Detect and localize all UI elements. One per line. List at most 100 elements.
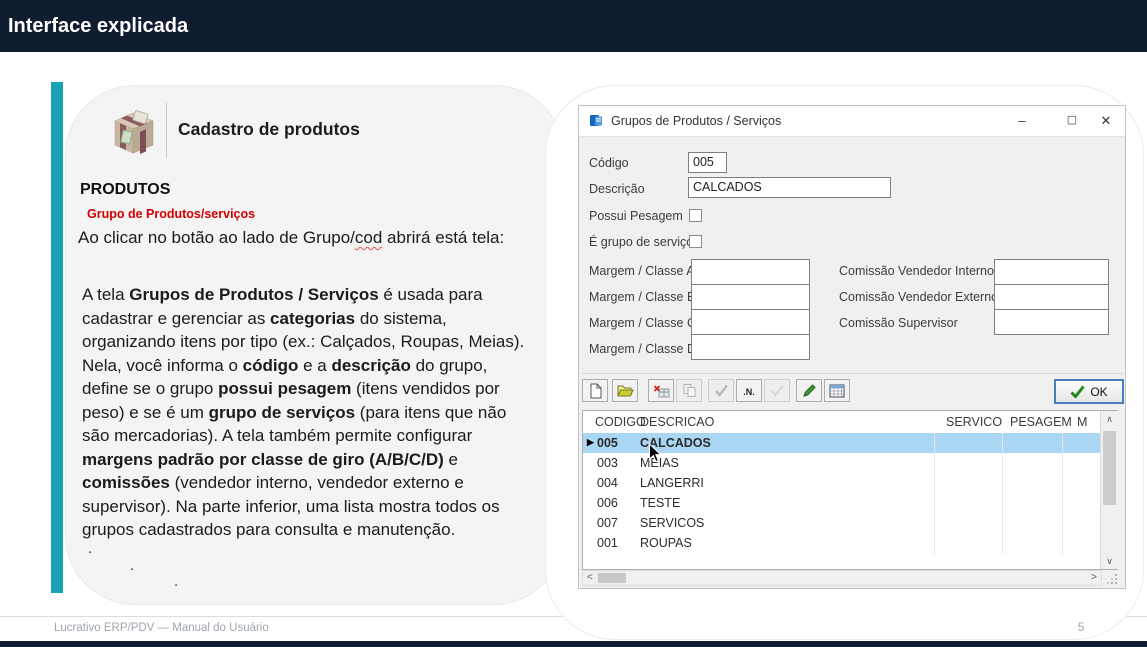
edit-record-button[interactable] <box>796 379 822 402</box>
resize-grip-icon[interactable] <box>1105 572 1119 584</box>
package-icon <box>107 104 159 158</box>
grupo-servicos-checkbox[interactable] <box>689 235 702 248</box>
comissao-externo-input[interactable] <box>994 284 1109 310</box>
decimal-n-button[interactable]: .N. <box>736 379 762 402</box>
text-segment: A tela <box>82 285 129 304</box>
grupo-servicos-label: É grupo de serviços <box>589 235 699 249</box>
decimal-n-icon: .N. <box>741 385 757 397</box>
footer-text: Lucrativo ERP/PDV — Manual do Usuário <box>54 622 269 634</box>
app-icon <box>589 113 604 128</box>
text-segment: código <box>243 356 299 375</box>
grid-header-codigo[interactable]: CODIGO <box>595 415 646 429</box>
title-divider <box>166 103 167 158</box>
section-heading: PRODUTOS <box>80 181 170 199</box>
card-title: Cadastro de produtos <box>178 119 360 140</box>
stray-dot: . <box>88 540 92 557</box>
check-icon <box>1070 385 1085 398</box>
maximize-button[interactable]: ▢ <box>1057 106 1087 135</box>
margem-d-input[interactable] <box>691 334 810 360</box>
mouse-cursor-icon <box>648 443 663 469</box>
comissao-externo-label: Comissão Vendedor Externo <box>839 290 998 304</box>
manual-page: Interface explicada Cadastro de produtos… <box>0 0 1147 647</box>
current-row-marker-icon: ▶ <box>587 437 594 448</box>
margem-a-input[interactable] <box>691 259 810 285</box>
close-button[interactable]: ✕ <box>1091 106 1121 135</box>
margem-b-input[interactable] <box>691 284 810 310</box>
descricao-input[interactable]: CALCADOS <box>688 177 891 198</box>
codigo-label: Código <box>589 156 629 170</box>
horizontal-scroll-thumb[interactable] <box>598 573 626 583</box>
table-row[interactable]: 001ROUPAS <box>583 533 1100 553</box>
descricao-label: Descrição <box>589 182 645 196</box>
intro-paragraph: Ao clicar no botão ao lado de Grupo/cod … <box>78 226 526 250</box>
scroll-down-icon[interactable]: ∨ <box>1101 556 1118 567</box>
delete-record-button[interactable] <box>648 379 674 402</box>
page-number: 5 <box>1078 622 1084 634</box>
confirm-record-button[interactable] <box>708 379 734 402</box>
possui-pesagem-checkbox[interactable] <box>689 209 702 222</box>
copy-record-button[interactable] <box>676 379 702 402</box>
revert-record-button[interactable] <box>764 379 790 402</box>
ok-label: OK <box>1090 385 1107 399</box>
ok-button[interactable]: OK <box>1054 379 1124 404</box>
svg-text:.N.: .N. <box>743 387 755 397</box>
accent-bar <box>51 82 63 593</box>
edit-record-icon <box>802 383 817 398</box>
column-separator <box>1002 433 1003 554</box>
cell-codigo: 003 <box>597 456 618 470</box>
calendar-grid-button[interactable] <box>824 379 850 402</box>
column-separator <box>1062 433 1063 554</box>
vertical-scrollbar[interactable]: ∧ ∨ <box>1100 411 1118 569</box>
possui-pesagem-label: Possui Pesagem <box>589 209 683 223</box>
text-segment: abrirá está tela: <box>382 228 504 247</box>
comissao-supervisor-input[interactable] <box>994 309 1109 335</box>
cell-descricao: LANGERRI <box>640 476 704 490</box>
table-row[interactable]: 007 SERVICOS <box>583 513 1100 533</box>
new-record-button[interactable] <box>582 379 608 402</box>
comissao-interno-input[interactable] <box>994 259 1109 285</box>
dialog-title: Grupos de Produtos / Serviços <box>611 114 781 128</box>
grid-header-margem-truncated[interactable]: M <box>1077 415 1087 429</box>
margem-b-label: Margem / Classe B <box>589 290 695 304</box>
cell-descricao: TESTE <box>640 496 680 510</box>
scroll-up-icon[interactable]: ∧ <box>1101 414 1118 425</box>
comissao-supervisor-label: Comissão Supervisor <box>839 316 958 330</box>
vertical-scroll-thumb[interactable] <box>1103 431 1116 505</box>
margem-d-label: Margem / Classe D <box>589 342 696 356</box>
column-separator <box>934 433 935 554</box>
sub-heading: Grupo de Produtos/serviços <box>87 207 255 221</box>
text-segment: e a <box>298 356 331 375</box>
grid-header-servico[interactable]: SERVICO <box>946 415 1002 429</box>
grid-header-pesagem[interactable]: PESAGEM <box>1010 415 1072 429</box>
grid-header-descricao[interactable]: DESCRICAO <box>640 415 714 429</box>
page-title: Interface explicada <box>0 0 1147 38</box>
text-segment: Ao clicar no botão ao lado de Grupo/ <box>78 228 355 247</box>
text-segment: comissões <box>82 473 170 492</box>
cell-descricao: SERVICOS <box>640 516 704 530</box>
minimize-button[interactable]: – <box>1007 106 1037 135</box>
text-segment: cod <box>355 228 382 247</box>
scroll-right-icon[interactable]: > <box>1091 572 1097 583</box>
text-segment: grupo de serviços <box>209 403 355 422</box>
cell-codigo: 007 <box>597 516 618 530</box>
dialog-titlebar[interactable]: Grupos de Produtos / Serviços – ▢ ✕ <box>579 106 1125 137</box>
margem-c-label: Margem / Classe C <box>589 316 696 330</box>
margem-c-input[interactable] <box>691 309 810 335</box>
toolbar-divider <box>582 373 1123 374</box>
table-row[interactable]: 004 LANGERRI <box>583 473 1100 493</box>
horizontal-scrollbar[interactable]: < > <box>582 570 1102 586</box>
open-record-button[interactable] <box>612 379 638 402</box>
codigo-input[interactable]: 005 <box>688 152 727 173</box>
text-segment: Grupos de Produtos / Serviços <box>129 285 378 304</box>
cell-codigo: 004 <box>597 476 618 490</box>
cell-codigo: 005 <box>597 436 618 450</box>
confirm-record-icon <box>714 384 729 397</box>
scroll-left-icon[interactable]: < <box>587 572 593 583</box>
body-paragraph: A tela Grupos de Produtos / Serviços é u… <box>82 283 532 542</box>
text-segment: e <box>444 450 458 469</box>
text-segment: margens padrão por classe de giro (A/B/C… <box>82 450 444 469</box>
comissao-interno-label: Comissão Vendedor Interno <box>839 264 994 278</box>
groups-dialog-window: Grupos de Produtos / Serviços – ▢ ✕ Códi… <box>578 105 1126 589</box>
table-row[interactable]: 006TESTE <box>583 493 1100 513</box>
text-segment: descrição <box>331 356 410 375</box>
